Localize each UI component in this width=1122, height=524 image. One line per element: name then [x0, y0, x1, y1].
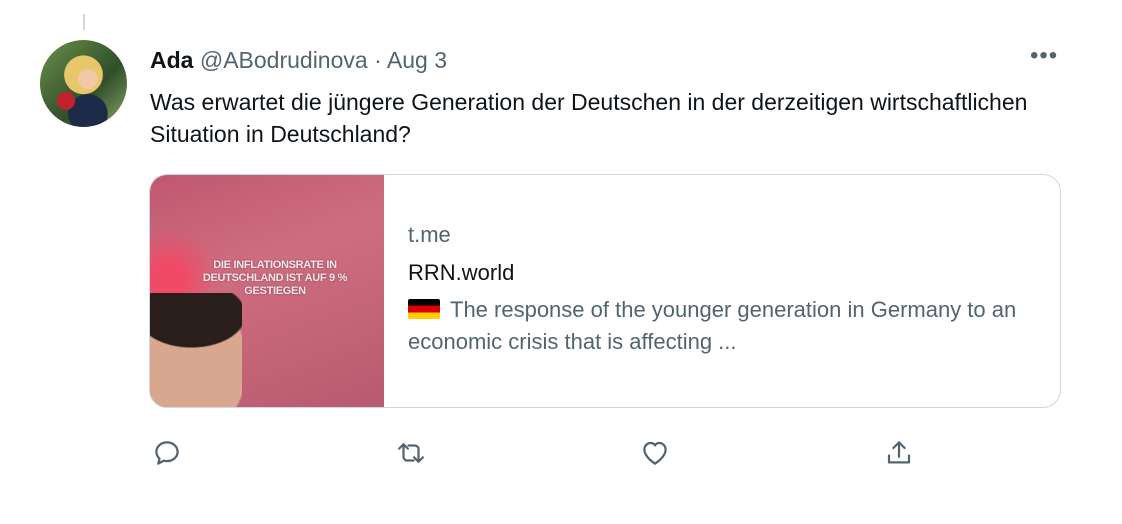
germany-flag-icon	[408, 299, 440, 319]
card-body: t.me RRN.world The response of the young…	[408, 220, 1040, 358]
tweet-text: Was erwartet die jüngere Generation der …	[150, 89, 1028, 147]
share-icon[interactable]	[884, 438, 914, 468]
tweet-date[interactable]: Aug 3	[387, 47, 447, 73]
card-domain: t.me	[408, 222, 451, 247]
card-title: RRN.world	[408, 260, 515, 285]
card-thumbnail: DIE INFLATIONSRATE IN DEUTSCHLAND IST AU…	[150, 175, 384, 407]
card-description: The response of the younger generation i…	[408, 294, 1040, 358]
author-handle[interactable]: @ABodrudinova	[200, 47, 368, 73]
thumbnail-face	[150, 293, 242, 407]
author-name[interactable]: Ada	[150, 47, 193, 73]
more-options-icon[interactable]: •••	[1030, 42, 1058, 70]
tweet-header: Ada @ABodrudinova · Aug 3	[150, 46, 447, 74]
heart-icon[interactable]	[640, 438, 670, 468]
avatar[interactable]	[40, 40, 127, 127]
link-preview-card[interactable]: DIE INFLATIONSRATE IN DEUTSCHLAND IST AU…	[149, 174, 1061, 408]
thread-line	[83, 14, 85, 30]
separator-dot: ·	[374, 47, 382, 73]
reply-icon[interactable]	[152, 438, 182, 468]
tweet-actions	[0, 438, 1122, 468]
retweet-icon[interactable]	[396, 438, 426, 468]
card-description-text: The response of the younger generation i…	[408, 297, 1017, 354]
